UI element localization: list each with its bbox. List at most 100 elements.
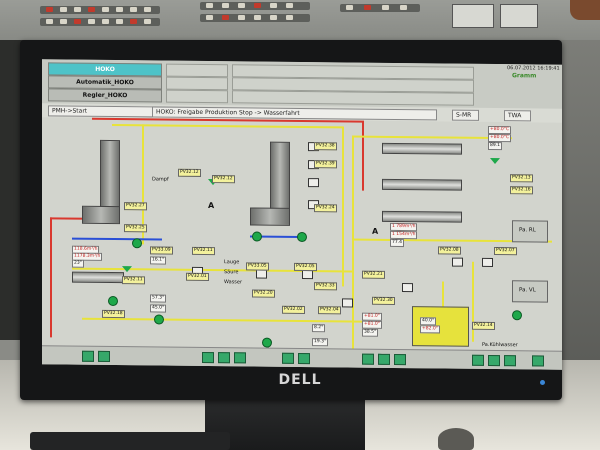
tag: PV32.38 (314, 142, 337, 151)
value-readout: 38.5° (362, 328, 379, 337)
cooling-water-label: Pa.Kühlwasser (482, 341, 518, 349)
value-readout: 1 789m³/h (390, 222, 418, 232)
valve-box[interactable] (256, 269, 267, 279)
tag: PV32.30 (372, 296, 395, 305)
pump[interactable] (262, 337, 272, 348)
nav-icon[interactable] (362, 353, 374, 365)
tag: PV32.02 (282, 305, 305, 315)
keyboard (30, 432, 230, 450)
pump[interactable] (154, 314, 164, 325)
value-readout: +80.0°C (488, 133, 512, 143)
nav-icon[interactable] (378, 353, 390, 365)
steam-label: Dampf (152, 176, 169, 183)
valve-box[interactable] (482, 257, 493, 268)
status-smr: S-MR (452, 109, 479, 121)
pa-rl-panel[interactable]: Pa. RL (512, 220, 548, 243)
tag: PV32.25 (124, 224, 147, 233)
tag: PV32.04 (318, 306, 341, 315)
pump[interactable] (297, 231, 307, 243)
pipe-yellow (112, 124, 342, 129)
lye-label: Lauge (224, 259, 240, 266)
pipe-blue (72, 237, 162, 241)
pa-rl-label: Pa. RL (519, 227, 536, 234)
pipe-yellow (342, 126, 344, 287)
value-readout: 16.1° (150, 256, 167, 265)
company-logo: Gramm (512, 72, 537, 80)
pipe-yellow (352, 135, 354, 366)
water-label: Wasser (224, 279, 243, 286)
tag: PV32.14 (472, 321, 495, 331)
valve-icon[interactable] (490, 157, 500, 165)
hmi-header: HOKO Automatik_HOKO Regler_HOKO 06.07.20… (42, 59, 562, 109)
button-strip[interactable] (166, 63, 228, 78)
nav-icon[interactable] (98, 350, 110, 362)
tag: PV32.24 (314, 204, 337, 213)
value-readout: 77.4 (390, 238, 405, 248)
area-a-label: A (208, 201, 215, 211)
button-strip[interactable] (166, 89, 228, 104)
button-strip[interactable] (166, 76, 228, 91)
column-2 (270, 141, 290, 214)
tag: PV32.11 (122, 276, 145, 285)
pa-vl-label: Pa. VL (519, 287, 536, 294)
heat-exchanger-3 (382, 210, 462, 223)
tag: PV32.08 (438, 246, 461, 255)
pipe-red (50, 217, 52, 338)
pump[interactable] (132, 238, 142, 249)
nav-icon[interactable] (472, 354, 484, 366)
valve-icon[interactable] (122, 266, 132, 273)
nav-icon[interactable] (488, 354, 500, 367)
nav-icon[interactable] (532, 355, 544, 367)
pump[interactable] (252, 231, 262, 242)
value-readout: 40.0° (420, 317, 437, 326)
status-twa: TWA (504, 110, 531, 122)
valve-box[interactable] (342, 298, 353, 308)
tag: PV32.16 (510, 186, 533, 195)
button-strip[interactable] (232, 90, 474, 106)
nav-icon[interactable] (234, 352, 246, 364)
value-readout: +80.0°C (488, 125, 512, 135)
valve-box[interactable] (302, 270, 313, 280)
value-readout: +81.0° (362, 320, 383, 329)
valve-box[interactable] (402, 283, 413, 293)
tag: PV32.11 (192, 246, 215, 256)
pump[interactable] (512, 310, 522, 321)
power-led (540, 380, 545, 385)
nav-hoko-button[interactable]: HOKO (48, 62, 162, 77)
nav-icon[interactable] (218, 352, 230, 364)
nav-icon[interactable] (282, 352, 294, 364)
tag: PV32.33 (314, 282, 337, 291)
nav-regler-button[interactable]: Regler_HOKO (48, 88, 162, 103)
value-readout: 19.3° (312, 338, 329, 347)
valve-box[interactable] (452, 257, 463, 267)
area-a-label: A (372, 226, 379, 236)
tag: PV32.18 (102, 309, 125, 319)
tag: PV32.39 (314, 160, 337, 169)
value-readout: 89.1 (488, 141, 503, 151)
pa-vl-panel[interactable]: Pa. VL (512, 280, 548, 303)
nav-icon[interactable] (202, 351, 214, 364)
tag: PV32.12 (178, 168, 201, 177)
value-readout: 1 154m³/h (390, 230, 418, 240)
tag: PV32.07 (494, 247, 517, 256)
heat-exchanger-2 (382, 178, 462, 191)
tag: PV32.01 (186, 272, 209, 282)
nav-automatik-button[interactable]: Automatik_HOKO (48, 75, 162, 90)
tag: PV32.05 (294, 262, 317, 272)
status-left: PMH->Start (48, 105, 153, 118)
value-readout: 45.0° (150, 304, 167, 313)
nav-icon[interactable] (82, 350, 94, 362)
nav-icon[interactable] (298, 352, 310, 365)
nav-icon[interactable] (504, 355, 516, 367)
tag: PV33.05 (246, 262, 269, 271)
column-2-base (250, 207, 290, 226)
tag: PV32.20 (252, 289, 275, 298)
heat-exchanger-4 (72, 271, 124, 284)
acid-label: Säure (224, 269, 239, 276)
cup (438, 428, 474, 450)
pump[interactable] (108, 295, 118, 307)
process-diagram: Pa. RL Pa. VL PV32.12 PV32.12 PV32.27 PV… (42, 117, 562, 366)
value-readout: 23° (72, 259, 84, 268)
nav-icon[interactable] (394, 353, 406, 366)
valve-box[interactable] (308, 178, 319, 188)
